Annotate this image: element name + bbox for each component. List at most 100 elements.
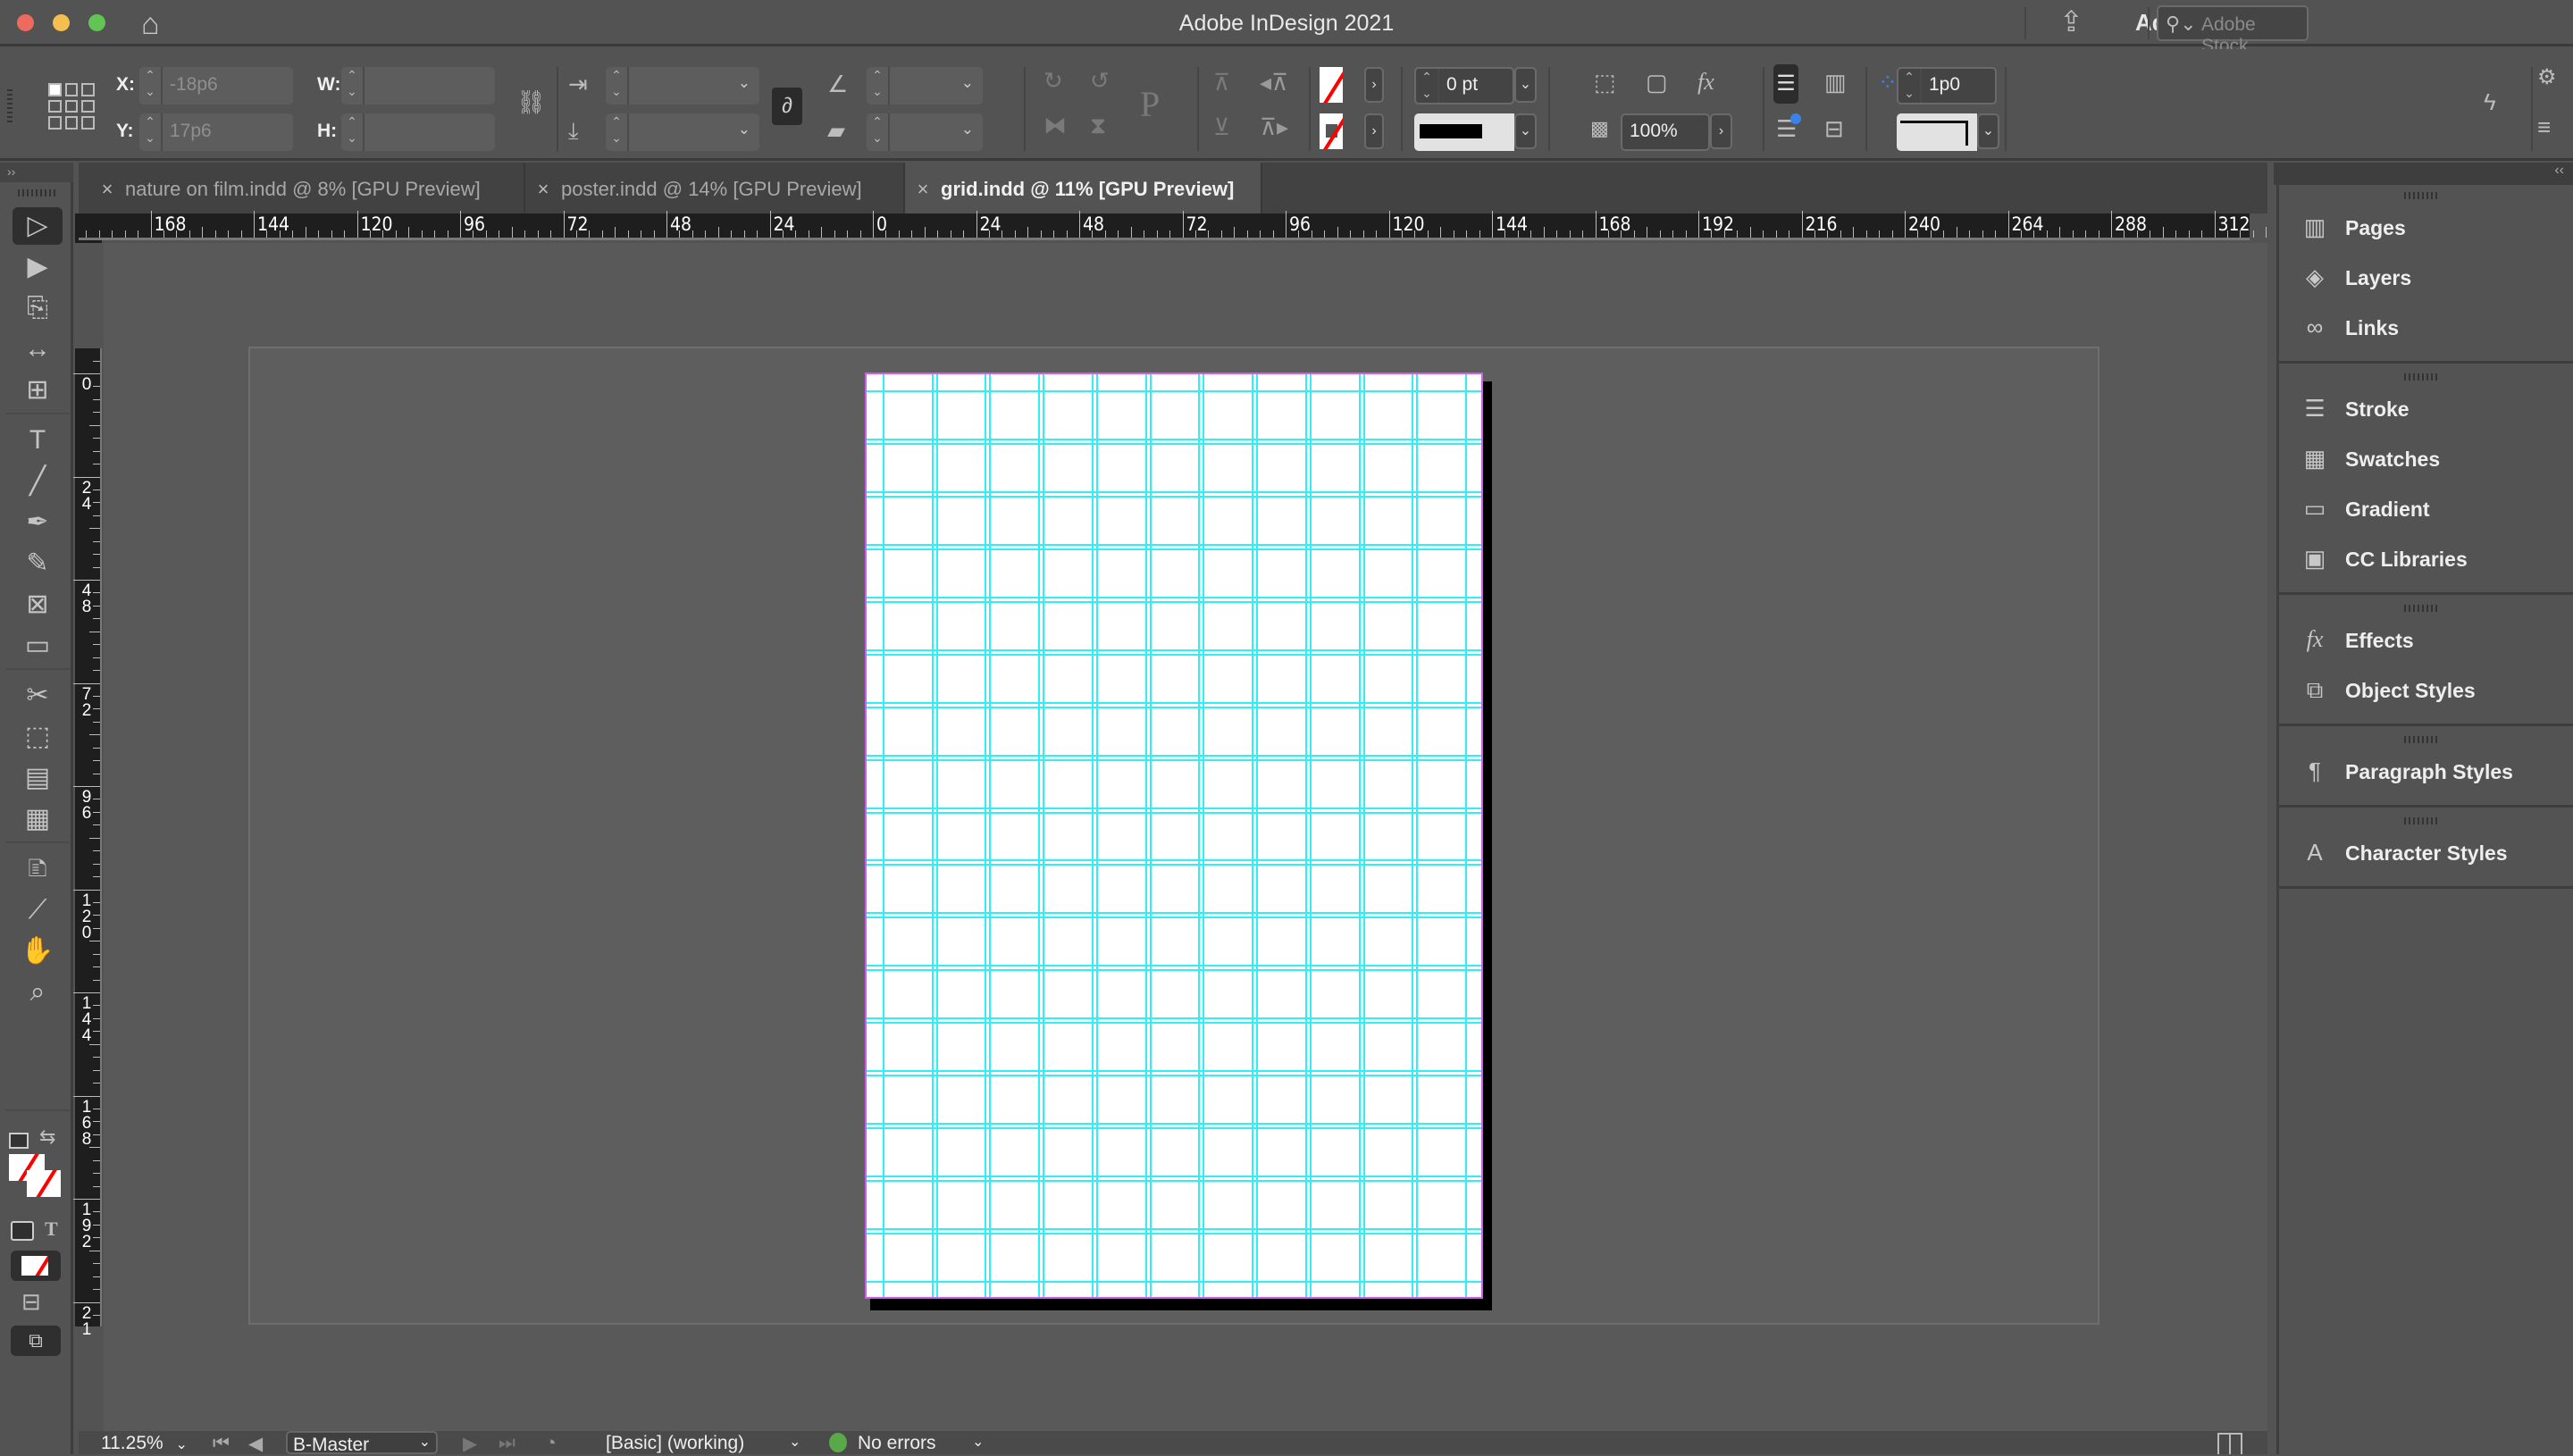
stroke-swatch[interactable] (1320, 113, 1343, 149)
text-wrap-object-shape-icon[interactable]: ▥ (1824, 71, 1847, 94)
panel-grip[interactable] (7, 89, 13, 125)
tab-poster[interactable]: × poster.indd @ 14% [GPU Preview] (525, 163, 905, 213)
document-page[interactable] (865, 372, 1483, 1299)
panel-item-pages[interactable]: ▥ Pages (2279, 205, 2573, 249)
selection-tool[interactable]: ▷ (13, 207, 63, 245)
panel-group-grip[interactable] (2404, 817, 2440, 824)
zoom-tool[interactable]: ⌕ (13, 974, 63, 1011)
panel-item-stroke[interactable]: ☰ Stroke (2279, 386, 2573, 431)
preflight-profile[interactable]: [Basic] (working) (606, 1433, 744, 1454)
rectangle-frame-tool[interactable]: ⊠ (13, 586, 63, 623)
drop-shadow-icon[interactable]: ⬚ (1594, 71, 1616, 94)
select-container-icon[interactable]: ⊼ (1213, 71, 1230, 94)
constrain-proportions-icon[interactable]: ⛓ (516, 90, 546, 113)
collapse-panels-icon[interactable]: ‹‹ (2554, 163, 2564, 179)
effects-fx-icon[interactable]: fx (1697, 71, 1714, 94)
gap-tool[interactable]: ↔ (13, 331, 63, 368)
toolbox-collapse-button[interactable]: ›› (0, 163, 73, 182)
text-wrap-bounding-box-icon[interactable]: ☰ (1773, 64, 1798, 104)
note-tool[interactable]: 🗈 (13, 850, 63, 888)
apply-none-button[interactable] (11, 1251, 61, 1281)
panel-item-paragraph-styles[interactable]: ¶ Paragraph Styles (2279, 749, 2573, 793)
corner-shape-selector[interactable] (1897, 113, 1977, 151)
default-fill-stroke-icon[interactable] (9, 1133, 29, 1149)
rotate-counterclockwise-icon[interactable]: ↺ (1090, 69, 1110, 92)
panel-group-grip[interactable] (2404, 736, 2440, 743)
tab-nature-on-film[interactable]: × nature on film.indd @ 8% [GPU Preview] (89, 163, 525, 213)
next-page-icon[interactable]: ▶ (463, 1433, 477, 1455)
panel-group-grip[interactable] (2404, 373, 2440, 381)
fill-swatch-menu-button[interactable]: › (1364, 67, 1384, 103)
text-wrap-jump-icon[interactable]: ☰ (1776, 113, 1801, 140)
panel-menu-icon[interactable]: ≡ (2537, 115, 2551, 138)
rotate-clockwise-icon[interactable]: ↻ (1043, 69, 1063, 92)
panel-group-grip[interactable] (2404, 605, 2440, 612)
select-content-icon[interactable]: ⊻ (1213, 115, 1230, 138)
line-tool[interactable]: ╱ (13, 463, 63, 500)
reference-point-selector[interactable] (48, 83, 95, 130)
gap-spacing-field[interactable]: ⌃ ⌄ 1p0 (1897, 67, 1997, 105)
rectangle-tool[interactable]: ▭ (13, 627, 63, 665)
last-page-icon[interactable]: ⏭ (499, 1433, 515, 1454)
pencil-tool[interactable]: ✎ (13, 545, 63, 582)
gradient-swatch-tool[interactable]: ▤ (13, 759, 63, 797)
formatting-affects-container-icon[interactable] (11, 1221, 34, 1241)
stroke-weight-dropdown[interactable]: ⌄ (1514, 67, 1537, 103)
height-field[interactable]: ⌃ ⌄ (341, 113, 495, 151)
preflight-errors[interactable]: No errors (858, 1433, 936, 1454)
pen-tool[interactable]: ✒ (13, 504, 63, 541)
page-tool[interactable]: ⎘ (13, 289, 63, 327)
chevron-down-icon[interactable]: ⌄ (972, 1433, 984, 1451)
panel-item-cc-libraries[interactable]: ▣ CC Libraries (2279, 536, 2573, 581)
text-wrap-next-column-icon[interactable]: ⊟ (1824, 117, 1844, 140)
screen-mode-icon[interactable]: ⊟ (21, 1290, 41, 1313)
gradient-feather-tool[interactable]: ▦ (13, 800, 63, 838)
eyedropper-tool[interactable]: ⟋ (13, 891, 63, 929)
adobe-stock-search[interactable]: ⚲⌄ Adobe Stock (2157, 5, 2309, 56)
flip-horizontal-icon[interactable]: ⧓ (1043, 113, 1067, 137)
type-tool[interactable]: T (13, 422, 63, 459)
panel-item-effects[interactable]: fx Effects (2279, 617, 2573, 662)
select-next-object-icon[interactable]: ⊼▸ (1260, 115, 1288, 138)
opacity-menu-button[interactable]: › (1710, 113, 1732, 149)
opacity-field[interactable]: 100% (1621, 113, 1710, 151)
tab-grid[interactable]: × grid.indd @ 11% [GPU Preview] (905, 163, 1262, 213)
panel-item-swatches[interactable]: ▦ Swatches (2279, 436, 2573, 481)
panel-item-links[interactable]: ∞ Links (2279, 305, 2573, 349)
page-number-field[interactable]: B-Master ⌄ (286, 1431, 438, 1455)
vertical-ruler[interactable]: 0 24 48 72 96 120 144 168 192 21 (73, 348, 102, 1338)
chevron-down-icon[interactable]: ⌄ (789, 1433, 800, 1451)
hand-tool[interactable]: ✋ (13, 933, 63, 970)
flip-vertical-icon[interactable]: ⧗ (1090, 113, 1106, 137)
swap-fill-stroke-icon[interactable]: ⇆ (39, 1127, 55, 1147)
panel-group-grip[interactable] (2404, 192, 2440, 199)
stroke-color-swatch[interactable] (27, 1170, 61, 1197)
stroke-type-dropdown[interactable]: ⌄ (1514, 113, 1537, 149)
rotation-angle-field[interactable]: ⌃ ⌄ ⌄ (867, 67, 983, 105)
split-window-icon[interactable] (2217, 1433, 2242, 1454)
first-page-icon[interactable]: ⏮ (213, 1433, 230, 1454)
x-position-field[interactable]: ⌃ ⌄ -18p6 (139, 67, 293, 105)
preflight-clock-icon[interactable]: ◔ (545, 1433, 557, 1454)
content-collector-tool[interactable]: ⊞ (13, 372, 63, 409)
stroke-type-selector[interactable] (1414, 113, 1514, 151)
direct-selection-tool[interactable]: ▶ (13, 248, 63, 286)
stroke-swatch-menu-button[interactable]: › (1364, 113, 1384, 149)
formatting-affects-text-icon[interactable]: T (45, 1219, 58, 1239)
close-tab-icon[interactable]: × (89, 178, 125, 201)
panel-item-layers[interactable]: ◈ Layers (2279, 255, 2573, 299)
stroke-styles-icon[interactable]: ▢ (1646, 71, 1668, 94)
y-position-field[interactable]: ⌃ ⌄ 17p6 (139, 113, 293, 151)
share-icon[interactable]: ⇪ (2059, 7, 2083, 36)
fill-swatch[interactable] (1320, 67, 1343, 103)
quick-apply-lightning-icon[interactable]: ϟ (2484, 90, 2496, 113)
panel-item-character-styles[interactable]: A Character Styles (2279, 830, 2573, 874)
close-tab-icon[interactable]: × (905, 178, 941, 201)
select-previous-object-icon[interactable]: ◂⊼ (1260, 71, 1288, 94)
panel-item-object-styles[interactable]: ⧉ Object Styles (2279, 667, 2573, 712)
corner-shape-dropdown[interactable]: ⌄ (1977, 113, 1999, 149)
document-canvas[interactable] (104, 243, 2267, 1431)
previous-page-icon[interactable]: ◀ (248, 1433, 263, 1455)
gear-icon[interactable]: ⚙ (2537, 67, 2557, 88)
view-mode-button[interactable]: ⧉ (11, 1326, 61, 1356)
